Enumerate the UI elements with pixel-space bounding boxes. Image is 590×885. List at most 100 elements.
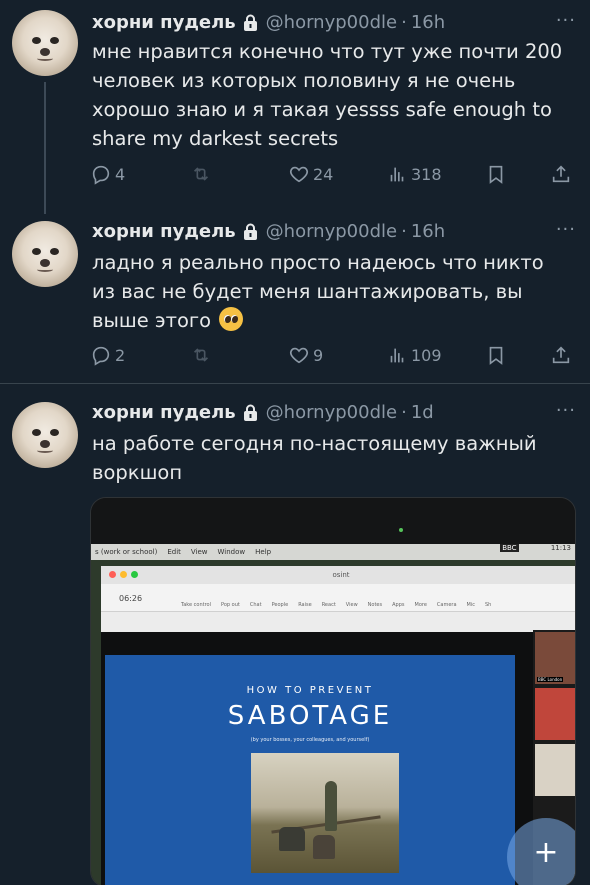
like-count: 9 xyxy=(313,345,324,365)
menu-help: Help xyxy=(255,548,272,556)
tool-share: Sh xyxy=(484,602,492,608)
tool-camera: Camera xyxy=(436,602,457,608)
share-icon xyxy=(552,346,570,364)
retweet-icon xyxy=(193,348,209,362)
separator-dot: · xyxy=(401,11,407,33)
participant-label: BBC London xyxy=(537,677,564,682)
window-title: osint xyxy=(101,566,575,584)
tool-people: People xyxy=(271,602,289,608)
reply-count: 4 xyxy=(115,164,126,184)
menubar-status: BBC 11:13 xyxy=(500,544,571,552)
tweet-actions: 2 9 109 xyxy=(90,344,580,368)
tool-chat: Chat xyxy=(249,602,262,608)
tool-view: View xyxy=(345,602,358,608)
lock-icon xyxy=(243,223,258,240)
reply-count: 2 xyxy=(115,345,126,365)
tweet-header: хорни пудель @hornyp00dle · 16h xyxy=(92,9,445,35)
like-button[interactable]: 9 xyxy=(288,344,323,366)
views-button[interactable]: 318 xyxy=(386,163,442,185)
lock-icon xyxy=(243,14,258,31)
tool-pop-out: Pop out xyxy=(221,602,240,608)
tweet-text: ладно я реально просто надеюсь что никто… xyxy=(92,248,572,335)
tool-raise: Raise xyxy=(298,602,312,608)
separator-dot: · xyxy=(401,401,407,423)
retweet-button[interactable] xyxy=(190,163,215,185)
camera-light xyxy=(399,528,403,532)
participant-tile xyxy=(535,744,575,796)
analytics-icon xyxy=(390,348,404,363)
more-options-icon[interactable]: ··· xyxy=(556,400,576,421)
laptop-bezel xyxy=(91,498,575,546)
bookmark-button[interactable] xyxy=(485,163,510,185)
tool-apps: Apps xyxy=(392,602,405,608)
participant-tile xyxy=(535,688,575,740)
pleading-face-emoji-icon xyxy=(219,307,244,331)
handle[interactable]: @hornyp00dle xyxy=(266,221,397,242)
tweet-text-body: ладно я реально просто надеюсь что никто… xyxy=(92,251,544,332)
slide-kicker: HOW TO PREVENT xyxy=(246,685,374,696)
slide-painting xyxy=(251,753,399,873)
lock-icon xyxy=(243,404,258,421)
meeting-toolbar: 06:26 Take control Pop out Chat People R… xyxy=(101,584,575,612)
tweet-actions: 4 24 318 xyxy=(90,163,580,187)
tool-take-control: Take control xyxy=(181,602,212,608)
share-button[interactable] xyxy=(550,344,575,366)
avatar[interactable] xyxy=(12,221,78,287)
display-name[interactable]: хорни пудель xyxy=(92,12,236,33)
timestamp[interactable]: 1d xyxy=(411,402,434,423)
tweet-photo[interactable]: s (work or school) Edit View Window Help… xyxy=(90,497,576,885)
timestamp[interactable]: 16h xyxy=(411,221,445,242)
reply-button[interactable]: 4 xyxy=(90,163,125,185)
menu-edit: Edit xyxy=(167,548,181,556)
tweet-header: хорни пудель @hornyp00dle · 16h xyxy=(92,218,445,244)
share-button[interactable] xyxy=(550,163,575,185)
clock: 11:13 xyxy=(550,544,571,552)
menu-window: Window xyxy=(217,548,246,556)
separator-dot: · xyxy=(401,220,407,242)
analytics-icon xyxy=(390,167,404,182)
menu-view: View xyxy=(190,548,208,556)
tool-mic: Mic xyxy=(466,602,475,608)
display-name[interactable]: хорни пудель xyxy=(92,221,236,242)
slide-title: SABOTAGE xyxy=(227,701,393,731)
meeting-timer: 06:26 xyxy=(119,594,143,603)
menu-app: s (work or school) xyxy=(95,548,158,556)
view-count: 109 xyxy=(411,345,442,365)
tweet-text: мне нравится конечно что тут уже почти 2… xyxy=(92,40,563,150)
like-button[interactable]: 24 xyxy=(288,163,333,185)
share-icon xyxy=(552,165,570,183)
views-button[interactable]: 109 xyxy=(386,344,442,366)
traffic-lights xyxy=(109,571,138,578)
more-options-icon[interactable]: ··· xyxy=(556,219,576,240)
avatar[interactable] xyxy=(12,10,78,76)
bookmark-icon xyxy=(489,346,503,365)
avatar[interactable] xyxy=(12,402,78,468)
tweet-header: хорни пудель @hornyp00dle · 1d xyxy=(92,399,434,425)
bookmark-button[interactable] xyxy=(485,344,510,366)
display-name[interactable]: хорни пудель xyxy=(92,402,236,423)
heart-icon xyxy=(290,166,308,183)
tweet-2[interactable]: хорни пудель @hornyp00dle · 16h ··· ладн… xyxy=(0,205,590,383)
view-count: 318 xyxy=(411,164,442,184)
reply-icon xyxy=(92,165,110,185)
tool-notes: Notes xyxy=(367,602,383,608)
handle[interactable]: @hornyp00dle xyxy=(266,12,397,33)
heart-icon xyxy=(290,347,308,364)
handle[interactable]: @hornyp00dle xyxy=(266,402,397,423)
timestamp[interactable]: 16h xyxy=(411,12,445,33)
bookmark-icon xyxy=(489,165,503,184)
toolbar-labels: Take control Pop out Chat People Raise R… xyxy=(181,602,491,608)
reply-button[interactable]: 2 xyxy=(90,344,125,366)
bbc-label: BBC xyxy=(500,544,519,552)
like-count: 24 xyxy=(313,164,334,184)
tweet-1[interactable]: хорни пудель @hornyp00dle · 16h ··· мне … xyxy=(0,0,590,214)
more-options-icon[interactable]: ··· xyxy=(556,10,576,31)
retweet-button[interactable] xyxy=(190,344,215,366)
reply-icon xyxy=(92,346,110,366)
tool-react: React xyxy=(321,602,336,608)
presentation-slide: HOW TO PREVENT SABOTAGE (by your bosses,… xyxy=(105,655,515,885)
tool-more: More xyxy=(414,602,427,608)
retweet-icon xyxy=(193,167,209,181)
thread-line xyxy=(44,82,46,214)
slide-subtitle: (by your bosses, your colleagues, and yo… xyxy=(250,737,370,743)
